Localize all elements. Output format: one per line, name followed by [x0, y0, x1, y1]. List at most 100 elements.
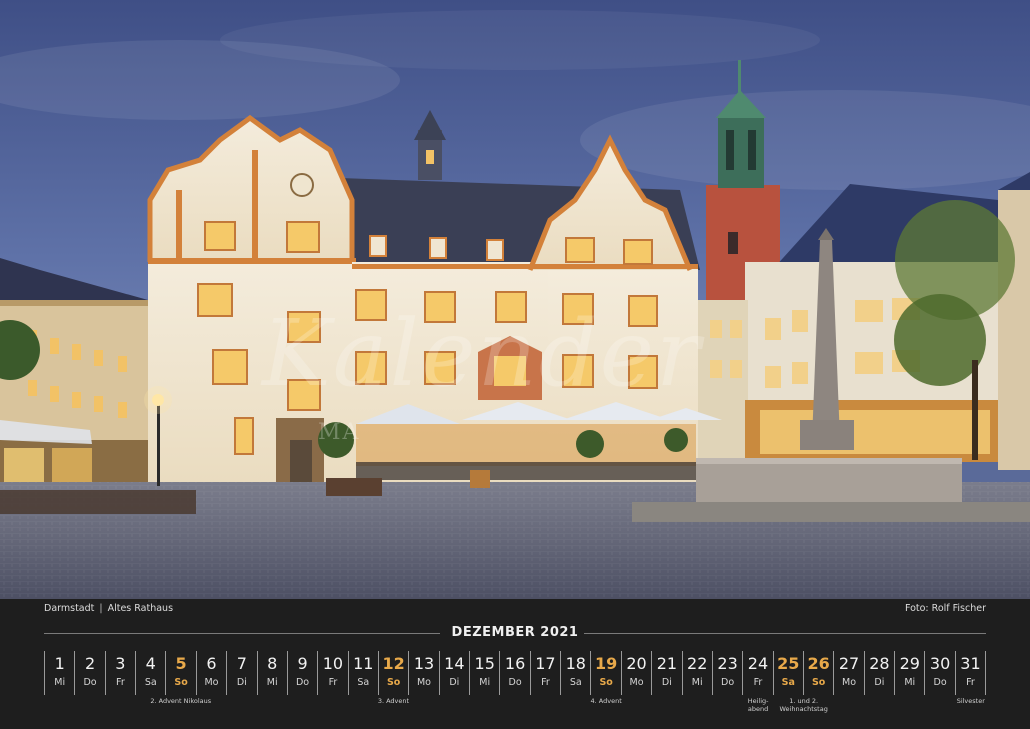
day-cell: 15 Mi	[469, 651, 499, 695]
day-number: 13	[413, 654, 435, 673]
holiday-note-line: 4. Advent	[590, 697, 622, 705]
day-cell: 24 Fr	[742, 651, 772, 695]
day-weekday: Do	[295, 677, 310, 688]
day-cell: 4 Sa	[135, 651, 165, 695]
day-weekday: Mi	[479, 677, 491, 688]
day-weekday: Fr	[753, 677, 763, 688]
photo-credit: Foto: Rolf Fischer	[904, 603, 986, 614]
day-number: 21	[656, 654, 678, 673]
day-cell: 27 Mo	[833, 651, 863, 695]
day-weekday: Mi	[266, 677, 278, 688]
holiday-note-line: Silvester	[956, 697, 985, 705]
left-chairs	[0, 490, 196, 514]
day-number: 10	[322, 654, 344, 673]
day-cell: 31 Fr	[954, 651, 987, 695]
holiday-note: 2. Advent Nikolaus	[150, 697, 211, 705]
day-number: 17	[535, 654, 556, 673]
day-weekday: Do	[721, 677, 735, 688]
holiday-note-line: 3. Advent	[377, 697, 410, 705]
holiday-note-line: Heilig-	[747, 697, 769, 705]
photo-old-town-hall: Kalender MA	[0, 0, 1030, 599]
day-weekday: So	[811, 677, 826, 688]
day-number: 11	[353, 654, 374, 673]
day-number: 5	[175, 654, 187, 673]
day-cell: 20 Mo	[620, 651, 651, 695]
day-weekday: Di	[449, 677, 460, 688]
day-cell: 8 Mi	[256, 651, 287, 695]
day-cell: 2 Do	[74, 651, 104, 695]
day-cell: 21 Di	[651, 651, 681, 695]
day-number: 1	[54, 654, 65, 673]
day-weekday: Di	[874, 677, 885, 688]
day-weekday: Do	[933, 677, 947, 688]
day-number: 31	[960, 654, 981, 673]
caption-separator: |	[99, 603, 103, 614]
photo-illustration	[0, 0, 1030, 599]
day-cell: 18 Sa	[560, 651, 590, 695]
holiday-note: 1. und 2. Weihnachtstag	[779, 697, 827, 713]
day-number: 7	[236, 654, 247, 673]
day-weekday: Do	[83, 677, 97, 688]
day-weekday: So	[599, 677, 613, 688]
day-weekday: Mo	[416, 677, 431, 688]
calendar-strip: Darmstadt | Altes Rathaus Foto: Rolf Fisch…	[0, 599, 1030, 729]
holiday-note-line: 2. Advent Nikolaus	[150, 697, 212, 705]
day-cell: 5 So	[165, 651, 195, 695]
calendar-page: Kalender MA Darmstadt | Altes Rathaus Foto…	[0, 0, 1030, 729]
day-weekday: Mi	[691, 677, 703, 688]
day-weekday: Sa	[144, 677, 157, 688]
day-number: 20	[626, 654, 647, 673]
day-grid: 1 Mi 2 Do 3 Fr 4 Sa 5 So 6 Mo 7 Di 8 Mi 9 Do 10 Fr 11 Sa 12 So 1…	[44, 651, 987, 695]
day-number: 9	[297, 654, 308, 673]
day-weekday: Mo	[204, 677, 219, 688]
day-weekday: So	[174, 677, 188, 688]
day-number: 6	[206, 654, 217, 673]
day-cell: 7 Di	[226, 651, 256, 695]
day-weekday: Mi	[54, 677, 66, 688]
day-cell: 23 Do	[711, 651, 742, 695]
day-weekday: Di	[236, 677, 247, 688]
holiday-note: Silvester	[957, 697, 985, 705]
day-cell: 9 Do	[286, 651, 317, 695]
watermark-brand: MA	[318, 420, 361, 445]
day-weekday: Mo	[842, 677, 857, 688]
day-cell: 10 Fr	[317, 651, 347, 695]
day-cell: 16 Do	[499, 651, 529, 695]
month-rule-right	[584, 633, 986, 634]
day-number: 25	[777, 654, 800, 673]
caption-city: Darmstadt	[44, 603, 95, 614]
caption-place: Altes Rathaus	[107, 603, 174, 614]
day-cell: 13 Mo	[408, 651, 438, 695]
day-weekday: Sa	[781, 677, 795, 688]
day-weekday: So	[386, 677, 401, 688]
day-weekday: Fr	[328, 677, 338, 688]
day-number: 2	[84, 654, 96, 673]
photo-caption: Darmstadt | Altes Rathaus	[44, 603, 173, 614]
day-number: 22	[687, 654, 708, 673]
day-weekday: Sa	[569, 677, 582, 688]
day-number: 30	[929, 654, 951, 673]
day-number: 29	[899, 654, 920, 673]
day-cell: 22 Mi	[681, 651, 712, 695]
holiday-note: 4. Advent	[591, 697, 622, 705]
day-cell: 11 Sa	[347, 651, 378, 695]
day-notes: 2. Advent Nikolaus 3. Advent 4. Advent Heil…	[44, 697, 986, 725]
holiday-note: 3. Advent	[378, 697, 409, 705]
day-cell: 25 Sa	[772, 651, 803, 695]
day-weekday: Mi	[904, 677, 916, 688]
day-number: 4	[145, 654, 156, 673]
day-cell: 3 Fr	[104, 651, 135, 695]
day-cell: 14 Di	[438, 651, 469, 695]
day-number: 28	[869, 654, 890, 673]
month-header: DEZEMBER 2021	[44, 625, 986, 641]
holiday-note-line: Weihnachtstag	[779, 705, 828, 713]
holiday-note: Heilig-abend	[748, 697, 769, 713]
day-cell: 6 Mo	[195, 651, 226, 695]
holiday-note-line: 1. und 2.	[789, 697, 819, 705]
day-number: 24	[747, 654, 769, 673]
holiday-note-line: abend	[747, 705, 769, 713]
day-cell: 28 Di	[863, 651, 894, 695]
day-weekday: Fr	[541, 677, 550, 688]
day-cell: 30 Do	[924, 651, 954, 695]
day-cell: 29 Mi	[894, 651, 924, 695]
